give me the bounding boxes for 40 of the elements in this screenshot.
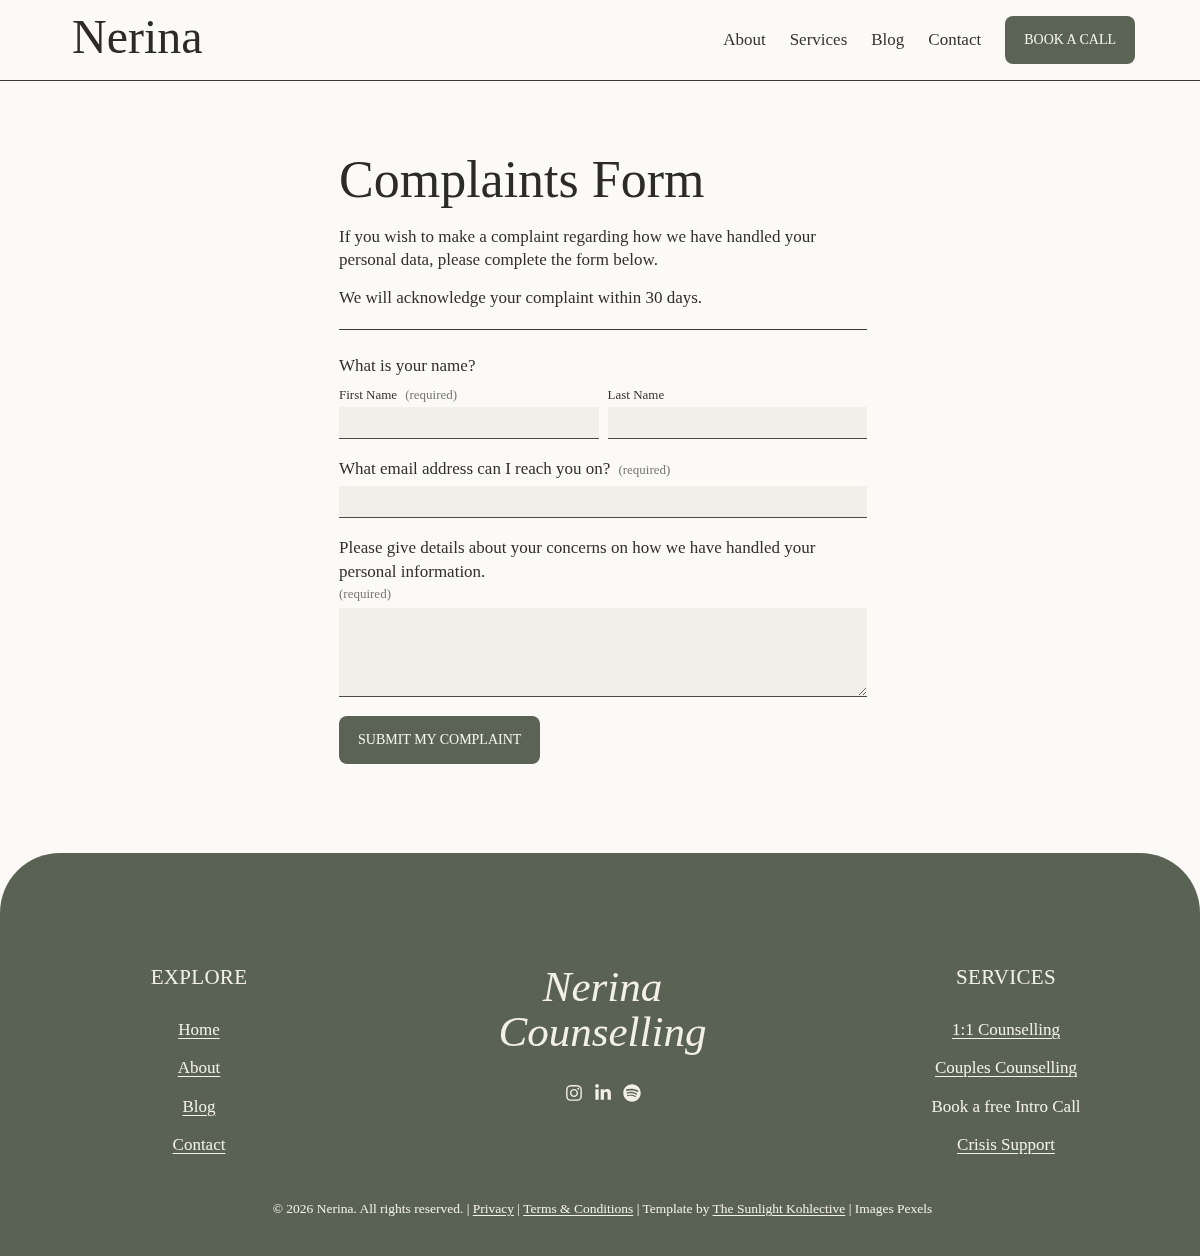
textarea-field[interactable] [339, 608, 867, 697]
field-label: First Name [339, 386, 398, 404]
footer-text: Book a free Intro Call [931, 1095, 1081, 1118]
input-field[interactable] [607, 407, 867, 439]
required-note: (required) [618, 461, 671, 479]
intro-text: We will acknowledge your complaint within 30 days. [339, 287, 704, 309]
legal-link[interactable]: Terms & Conditions [523, 1201, 634, 1216]
required-note: (required) [405, 386, 458, 404]
footer-heading: EXPLORE [150, 963, 248, 991]
footer-logo: Nerina Counselling [497, 963, 708, 1054]
footer-link[interactable]: 1:1 Counselling [951, 1017, 1061, 1042]
nav-link[interactable]: Services [789, 28, 848, 52]
page-title: Complaints Form [339, 150, 706, 210]
instagram-icon[interactable] [564, 1083, 583, 1102]
question-label: What is your name? [339, 355, 476, 377]
nav-link[interactable]: Contact [928, 28, 982, 52]
footer-link[interactable]: Blog [182, 1094, 216, 1119]
input-field[interactable] [339, 486, 867, 518]
linkedin-icon[interactable] [593, 1083, 612, 1102]
nav-link[interactable]: Blog [871, 28, 905, 52]
book-call-button[interactable]: BOOK A CALL [1005, 16, 1135, 64]
footer-heading: SERVICES [956, 963, 1056, 991]
footer-link[interactable]: Home [178, 1017, 220, 1042]
question-label: Please give details about your concerns on how we have handled your personal information. [339, 537, 817, 583]
site-logo[interactable]: Nerina [72, 13, 203, 61]
submit-button[interactable]: SUBMIT MY COMPLAINT [339, 716, 541, 764]
field-label: Last Name [607, 386, 665, 404]
footer-link[interactable]: About [177, 1056, 221, 1080]
legal-link[interactable]: Privacy [472, 1201, 514, 1216]
nav-link[interactable]: About [723, 28, 766, 52]
question-label: What email address can I reach you on? [339, 458, 611, 480]
required-note: (required) [339, 585, 392, 603]
input-field[interactable] [339, 407, 599, 439]
intro-text: If you wish to make a complaint regarding how we have handled your personal data, please complete the form below. [339, 226, 817, 271]
spotify-icon[interactable] [622, 1083, 641, 1102]
footer-link[interactable]: Couples Counselling [934, 1056, 1078, 1080]
copyright-text: © 2026 Nerina. All rights reserved. | Privacy | Terms & Conditions | Template by The Sunlight Kohlective | Images Pexels [271, 1200, 934, 1218]
footer-link[interactable]: Crisis Support [957, 1133, 1055, 1157]
footer-link[interactable]: Contact [172, 1133, 226, 1157]
legal-link[interactable]: The Sunlight Kohlective [712, 1201, 846, 1216]
